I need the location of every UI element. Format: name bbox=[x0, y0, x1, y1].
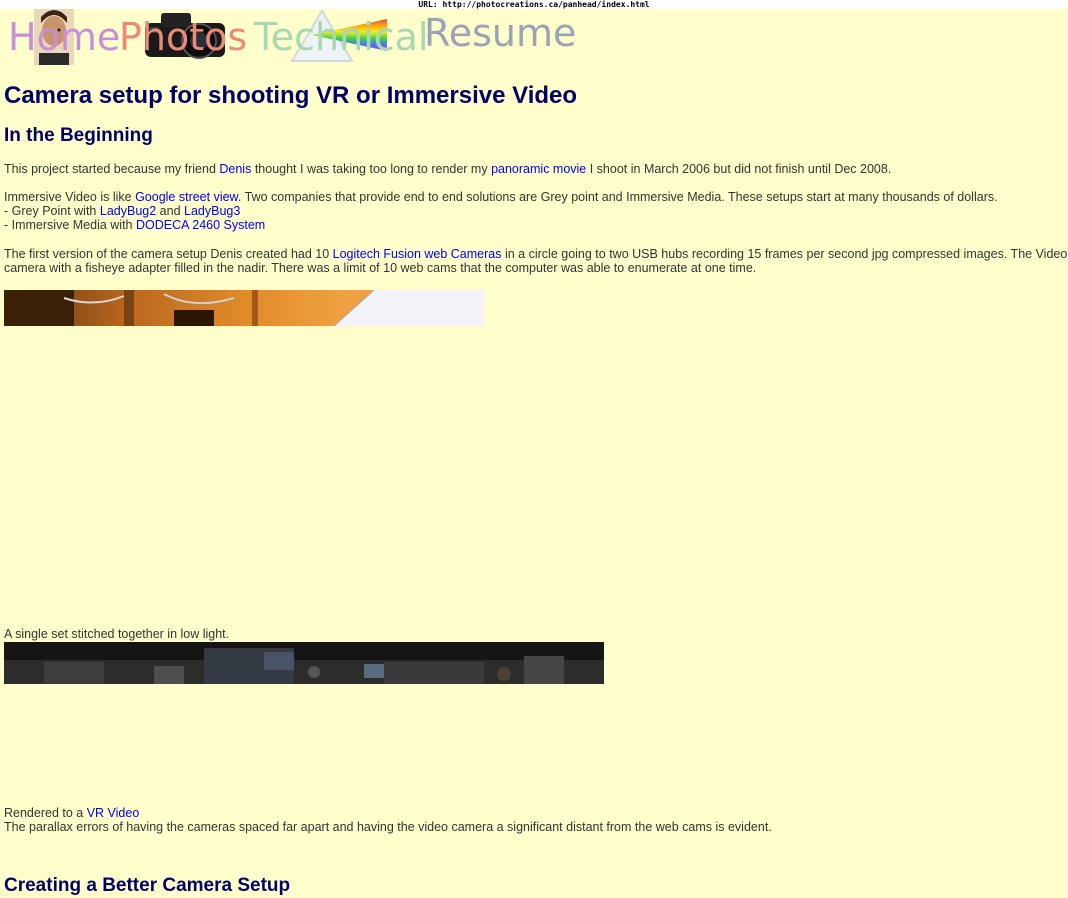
parallax-caption: The parallax errors of having the camera… bbox=[4, 820, 772, 834]
panoramic-movie-link[interactable]: panoramic movie bbox=[491, 162, 586, 176]
dodeca-2460-link[interactable]: DODECA 2460 System bbox=[136, 218, 265, 232]
camera-version-paragraph: The first version of the camera setup De… bbox=[4, 247, 1067, 262]
nav-photos-link[interactable]: Photos bbox=[119, 9, 247, 65]
list-item-grey-point: - Grey Point with LadyBug2 and LadyBug3 bbox=[4, 204, 240, 219]
intro-text-3: I shoot in March 2006 but did not finish… bbox=[586, 162, 892, 176]
vr-video-caption-text: Rendered to a bbox=[4, 806, 87, 820]
intro-paragraph: This project started because my friend D… bbox=[4, 162, 891, 177]
section-heading-beginning: In the Beginning bbox=[4, 125, 153, 146]
grey-point-text: - Grey Point with bbox=[4, 204, 100, 218]
nav-technical-link[interactable]: Technical bbox=[252, 9, 429, 65]
camera-text-1: The first version of the camera setup De… bbox=[4, 247, 333, 261]
google-street-view-link[interactable]: Google street view bbox=[135, 190, 238, 204]
section-heading-better-camera: Creating a Better Camera Setup bbox=[4, 875, 291, 896]
ladybug3-link[interactable]: LadyBug3 bbox=[184, 204, 240, 218]
photo-caption-low-light: A single set stitched together in low li… bbox=[4, 627, 230, 641]
vr-video-link[interactable]: VR Video bbox=[87, 806, 140, 820]
top-navigation: Home Photos Technical Resume bbox=[4, 9, 576, 65]
camera-rig-photo-image bbox=[4, 290, 484, 326]
intro-text-2: thought I was taking too long to render … bbox=[251, 162, 492, 176]
camera-text-2: in a circle going to two USB hubs record… bbox=[501, 247, 1068, 261]
page-title: Camera setup for shooting VR or Immersiv… bbox=[4, 82, 578, 109]
nav-resume-link[interactable]: Resume bbox=[424, 9, 576, 65]
immersive-paragraph: Immersive Video is like Google street vi… bbox=[4, 190, 998, 205]
stitched-panorama-image bbox=[4, 642, 604, 684]
nav-photos-label: Photos bbox=[119, 15, 248, 59]
denis-link[interactable]: Denis bbox=[219, 162, 251, 176]
nav-technical-label: Technical bbox=[254, 15, 429, 59]
intro-text-1: This project started because my friend bbox=[4, 162, 220, 176]
url-bar: URL: http://photocreations.ca/panhead/in… bbox=[0, 0, 1068, 9]
vr-video-caption: Rendered to a VR Video bbox=[4, 806, 139, 821]
immersive-text-2: . Two companies that provide end to end … bbox=[237, 190, 998, 204]
and-text: and bbox=[156, 204, 184, 218]
camera-version-paragraph-line2: camera with a fisheye adapter filled in … bbox=[4, 261, 757, 275]
camera-rig-photo bbox=[4, 290, 484, 326]
logitech-fusion-link[interactable]: Logitech Fusion web Cameras bbox=[333, 247, 502, 261]
nav-home-link[interactable]: Home bbox=[4, 9, 120, 65]
list-item-immersive-media: - Immersive Media with DODECA 2460 Syste… bbox=[4, 218, 265, 233]
stitched-panorama-photo bbox=[4, 642, 604, 684]
ladybug2-link[interactable]: LadyBug2 bbox=[100, 204, 156, 218]
immersive-media-text: - Immersive Media with bbox=[4, 218, 136, 232]
immersive-text-1: Immersive Video is like bbox=[4, 190, 136, 204]
nav-resume-label: Resume bbox=[424, 11, 577, 55]
nav-home-label: Home bbox=[8, 15, 121, 59]
